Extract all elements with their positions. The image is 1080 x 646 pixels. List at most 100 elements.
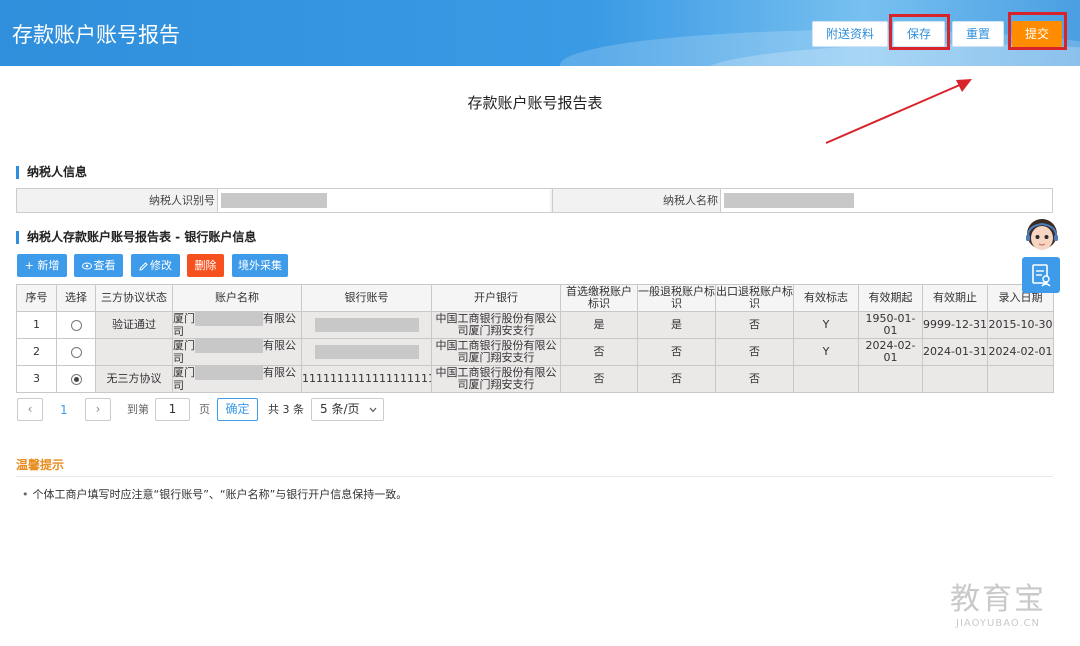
redacted-value [314,318,419,332]
redacted-value [195,339,263,353]
row-select-cell [56,338,96,366]
entry-date: 2024-02-01 [987,338,1054,366]
table-row[interactable]: 1 验证通过 厦门 有限公司 中国工商银行股份有限公司厦门翔安支行 是 是 否 Y… [16,311,1054,339]
reset-button[interactable]: 重置 [952,21,1004,47]
export-refund-account: 否 [715,365,794,393]
tips-item: • 个体工商户填写时应注意“银行账号”、“账户名称”与银行开户信息保持一致。 [22,486,407,502]
tips-title: 温馨提示 [16,458,65,472]
page-unit-label: 页 [199,403,210,416]
bank-account-cell [301,338,432,366]
total-count: 共 3 条 [268,403,304,416]
page-title: 存款账户账号报告 [12,23,180,47]
current-page[interactable]: 1 [60,398,68,422]
add-button[interactable]: + 新增 [17,254,67,277]
taxpayer-name-field [720,189,1052,212]
preferred-tax-account: 否 [560,365,638,393]
valid-flag: Y [793,311,859,339]
row-select-radio[interactable] [70,319,82,331]
opening-bank: 中国工商银行股份有限公司厦门翔安支行 [431,338,561,366]
column-header: 银行账号 [301,284,432,312]
general-refund-account: 否 [637,365,716,393]
column-header: 首选缴税账户标识 [560,284,638,312]
form-title: 存款账户账号报告表 [467,94,603,112]
valid-to: 2024-01-31 [922,338,988,366]
goto-label: 到第 [127,403,149,416]
valid-from: 1950-01-01 [858,311,923,339]
taxpayer-id-field [217,189,550,212]
goto-confirm-button[interactable]: 确定 [217,398,258,421]
next-page-button[interactable]: › [85,398,111,421]
row-select-radio[interactable] [70,346,82,358]
view-button-label: 查看 [93,259,116,272]
delete-button[interactable]: 删除 [187,254,224,277]
watermark-sub: JIAOYUBAO.CN [956,618,1040,629]
agreement-status [95,338,173,366]
redacted-value [724,193,854,208]
export-refund-account: 否 [715,338,794,366]
page-size-select[interactable]: 5 条/页 [311,398,384,421]
account-name-prefix: 厦门 [173,339,196,352]
general-refund-account: 否 [637,338,716,366]
column-header: 选择 [56,284,96,312]
customer-service-avatar[interactable] [1022,216,1062,254]
valid-from [858,365,923,393]
highlight-box-save [889,14,950,50]
entry-date [987,365,1054,393]
redacted-value [314,345,419,359]
account-name-prefix: 厦门 [173,312,196,325]
entry-date: 2015-10-30 [987,311,1054,339]
column-header: 开户银行 [431,284,561,312]
row-select-cell [56,365,96,393]
account-name-prefix: 厦门 [173,366,196,379]
valid-flag: Y [793,338,859,366]
pencil-icon [139,261,148,271]
watermark-main: 教育宝 [950,582,1046,617]
overseas-collect-button[interactable]: 境外采集 [232,254,288,277]
view-button[interactable]: 查看 [74,254,123,277]
row-number: 3 [16,365,57,393]
opening-bank: 中国工商银行股份有限公司厦门翔安支行 [431,311,561,339]
divider [16,476,1053,477]
row-number: 1 [16,311,57,339]
page-size-value: 5 条/页 [320,402,360,416]
taxpayer-info-table: 纳税人识别号 纳税人名称 [16,188,1053,213]
account-name-cell: 厦门 有限公司 [172,338,302,366]
column-header: 出口退税账户标识 [715,284,794,312]
valid-from: 2024-02-01 [858,338,923,366]
preferred-tax-account: 否 [560,338,638,366]
goto-page-input[interactable]: 1 [155,398,190,421]
row-number: 2 [16,338,57,366]
row-select-cell [56,311,96,339]
table-row[interactable]: 3 无三方协议 厦门 有限公司 1111111111111111111 中国工商银… [16,365,1054,393]
document-user-icon [1032,264,1051,287]
column-header: 三方协议状态 [95,284,173,312]
column-header: 一般退税账户标识 [637,284,716,312]
table-row[interactable]: 2 厦门 有限公司 中国工商银行股份有限公司厦门翔安支行 否 否 否 Y 2024… [16,338,1054,366]
column-header: 账户名称 [172,284,302,312]
agreement-status: 验证通过 [95,311,173,339]
attach-materials-button[interactable]: 附送资料 [812,21,888,47]
redacted-value [195,366,263,380]
taxpayer-section-title: 纳税人信息 [16,166,87,179]
edit-button-label: 修改 [150,259,172,272]
bank-section-title: 纳税人存款账户账号报告表 - 银行账户信息 [16,231,256,244]
account-name-cell: 厦门 有限公司 [172,311,302,339]
valid-flag [793,365,859,393]
side-document-button[interactable] [1022,257,1060,293]
redacted-value [195,312,263,326]
header-bar: 存款账户账号报告 附送资料 保存 重置 提交 [0,0,1080,66]
eye-icon [81,262,92,270]
edit-button[interactable]: 修改 [131,254,180,277]
row-select-radio[interactable] [70,373,82,385]
taxpayer-name-label: 纳税人名称 [552,189,718,212]
prev-page-button[interactable]: ‹ [17,398,43,421]
redacted-value [221,193,327,208]
tips-text: 个体工商户填写时应注意“银行账号”、“账户名称”与银行开户信息保持一致。 [32,488,408,501]
opening-bank: 中国工商银行股份有限公司厦门翔安支行 [431,365,561,393]
account-name-cell: 厦门 有限公司 [172,365,302,393]
column-header: 有效标志 [793,284,859,312]
bullet-icon: • [22,488,29,501]
valid-to: 9999-12-31 [922,311,988,339]
bank-account: 1111111111111111111 [301,365,432,393]
column-header: 有效期起 [858,284,923,312]
